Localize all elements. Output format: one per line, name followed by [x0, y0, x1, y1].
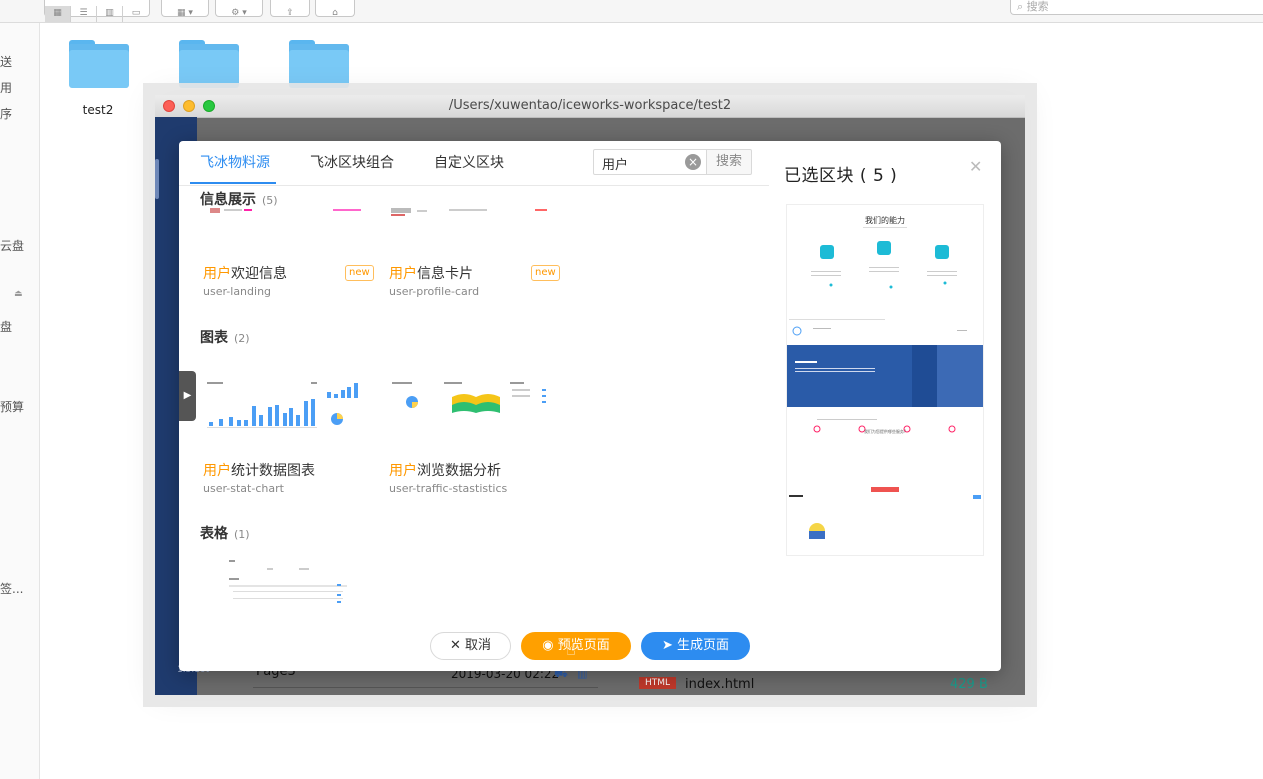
- list-view-icon[interactable]: ☰: [71, 6, 97, 22]
- block-slug: user-traffic-stastistics: [389, 482, 508, 495]
- sidebar-item[interactable]: 预算: [0, 398, 24, 415]
- block-thumbnail[interactable]: [207, 379, 367, 439]
- group-title: 信息展示 (5): [200, 189, 278, 209]
- group-count: (1): [234, 528, 250, 541]
- file-type-badge: HTML: [639, 677, 677, 689]
- tab-custom-blocks[interactable]: 自定义区块: [434, 152, 504, 172]
- bg-file-name[interactable]: index.html: [685, 677, 754, 692]
- group-count: (2): [234, 332, 250, 345]
- finder-sidebar: 送 用 序 云盘 ⏏ 盘 预算 签...: [0, 23, 40, 779]
- modal-close-icon[interactable]: ✕: [969, 157, 982, 176]
- folder-icon[interactable]: [69, 40, 129, 90]
- new-badge: new: [531, 265, 560, 281]
- block-thumbnail[interactable]: [227, 558, 357, 608]
- grid-icon[interactable]: ▦ ▾: [162, 6, 208, 22]
- block-name-rest: 统计数据图表: [231, 463, 315, 479]
- group-title: 表格 (1): [200, 523, 250, 543]
- view-mode-switcher[interactable]: ▦ ☰ ▥ ▭: [44, 0, 150, 22]
- sidebar-item[interactable]: 盘: [0, 318, 12, 335]
- icon-view-icon[interactable]: ▦: [45, 6, 71, 22]
- search-highlight: 用户: [203, 463, 231, 479]
- window-titlebar[interactable]: /Users/xuwentao/iceworks-workspace/test2: [155, 95, 1025, 118]
- finder-search-placeholder: 搜索: [1026, 0, 1049, 13]
- sidebar-item[interactable]: 送: [0, 53, 12, 70]
- sidebar-item[interactable]: 云盘: [0, 237, 24, 254]
- create-label: 生成页面: [677, 638, 730, 653]
- sidebar-item[interactable]: 序: [0, 105, 12, 122]
- new-badge: new: [345, 265, 374, 281]
- share-button[interactable]: ⇪: [270, 0, 310, 18]
- active-tab-indicator: [190, 182, 276, 184]
- finder-toolbar: ▦ ☰ ▥ ▭ ▦ ▾ ⚙ ▾ ⇪ ⌂ ⌕ 搜索: [0, 0, 1263, 23]
- preview-question: 我们为您提供哪些服务?: [863, 429, 907, 434]
- group-count: (5): [262, 194, 278, 207]
- sidebar-scrollbar[interactable]: [155, 159, 159, 199]
- block-card-title[interactable]: 用户信息卡片: [389, 263, 473, 283]
- block-card-title[interactable]: 用户统计数据图表: [203, 460, 315, 480]
- search-button[interactable]: 搜索: [706, 149, 752, 175]
- tag-button[interactable]: ⌂: [315, 0, 355, 18]
- block-name-rest: 浏览数据分析: [417, 463, 501, 479]
- block-slug: user-stat-chart: [203, 482, 284, 495]
- block-slug: user-profile-card: [389, 285, 480, 298]
- tab-ice-materials[interactable]: 飞冰物料源: [200, 152, 270, 172]
- action-button[interactable]: ⚙ ▾: [215, 0, 263, 18]
- block-card-title[interactable]: 用户浏览数据分析: [389, 460, 501, 480]
- send-icon: ➤: [661, 638, 677, 653]
- window-title: /Users/xuwentao/iceworks-workspace/test2: [448, 98, 732, 113]
- arrange-button[interactable]: ▦ ▾: [161, 0, 209, 18]
- gallery-view-icon[interactable]: ▭: [123, 6, 149, 22]
- column-view-icon[interactable]: ▥: [97, 6, 123, 22]
- tab-ice-block-combos[interactable]: 飞冰区块组合: [310, 152, 394, 172]
- tag-icon[interactable]: ⌂: [316, 6, 354, 22]
- clear-search-icon[interactable]: ×: [685, 154, 701, 170]
- selected-blocks-title: 已选区块 ( 5 ): [784, 166, 898, 186]
- group-name: 图表: [200, 330, 228, 346]
- block-slug: user-landing: [203, 285, 272, 298]
- preview-page-button[interactable]: ◉ 预览页面: [521, 632, 631, 660]
- block-card-title[interactable]: 用户欢迎信息: [203, 263, 287, 283]
- eject-icon[interactable]: ⏏: [14, 289, 23, 299]
- block-thumbnail[interactable]: [392, 379, 552, 439]
- search-highlight: 用户: [389, 463, 417, 479]
- group-name: 信息展示: [200, 192, 256, 208]
- block-name-rest: 信息卡片: [417, 266, 473, 282]
- share-icon[interactable]: ⇪: [271, 6, 309, 22]
- folder-icon[interactable]: [289, 40, 349, 90]
- search-highlight: 用户: [389, 266, 417, 282]
- collapse-handle-icon[interactable]: ▶: [179, 371, 196, 421]
- group-name: 表格: [200, 526, 228, 542]
- block-picker-modal: 飞冰物料源 飞冰区块组合 自定义区块 用户 × 搜索 信息展示 (5) 用户欢迎信…: [179, 141, 1001, 671]
- generate-page-button[interactable]: ➤ 生成页面: [641, 632, 750, 660]
- sidebar-item[interactable]: 签...: [0, 580, 23, 597]
- cancel-button[interactable]: ✕ 取消: [430, 632, 511, 660]
- gear-icon[interactable]: ⚙ ▾: [216, 6, 262, 22]
- folder-icon[interactable]: [179, 40, 239, 90]
- search-highlight: 用户: [203, 266, 231, 282]
- divider: [253, 687, 598, 688]
- finder-search-input[interactable]: ⌕ 搜索: [1010, 0, 1263, 15]
- preview-illustration: [787, 227, 983, 539]
- close-icon: ✕: [449, 638, 465, 653]
- bg-file-size: 429 B: [950, 677, 988, 692]
- eye-icon: ◉: [542, 638, 558, 653]
- group-title: 图表 (2): [200, 327, 250, 347]
- block-name-rest: 欢迎信息: [231, 266, 287, 282]
- pointer-hand-cursor-icon: ☝: [566, 640, 576, 659]
- block-list: 信息展示 (5) 用户欢迎信息 new user-landing 用户信息卡片 n…: [179, 186, 769, 616]
- selected-blocks-preview[interactable]: 我们的能力 我们为您提供哪些服务?: [786, 204, 984, 556]
- source-tabs: 飞冰物料源 飞冰区块组合 自定义区块 用户 × 搜索: [179, 141, 769, 186]
- sidebar-item[interactable]: 用: [0, 79, 12, 96]
- block-thumbnail[interactable]: [329, 208, 559, 228]
- cancel-label: 取消: [465, 638, 492, 653]
- folder-name[interactable]: test2: [68, 103, 128, 117]
